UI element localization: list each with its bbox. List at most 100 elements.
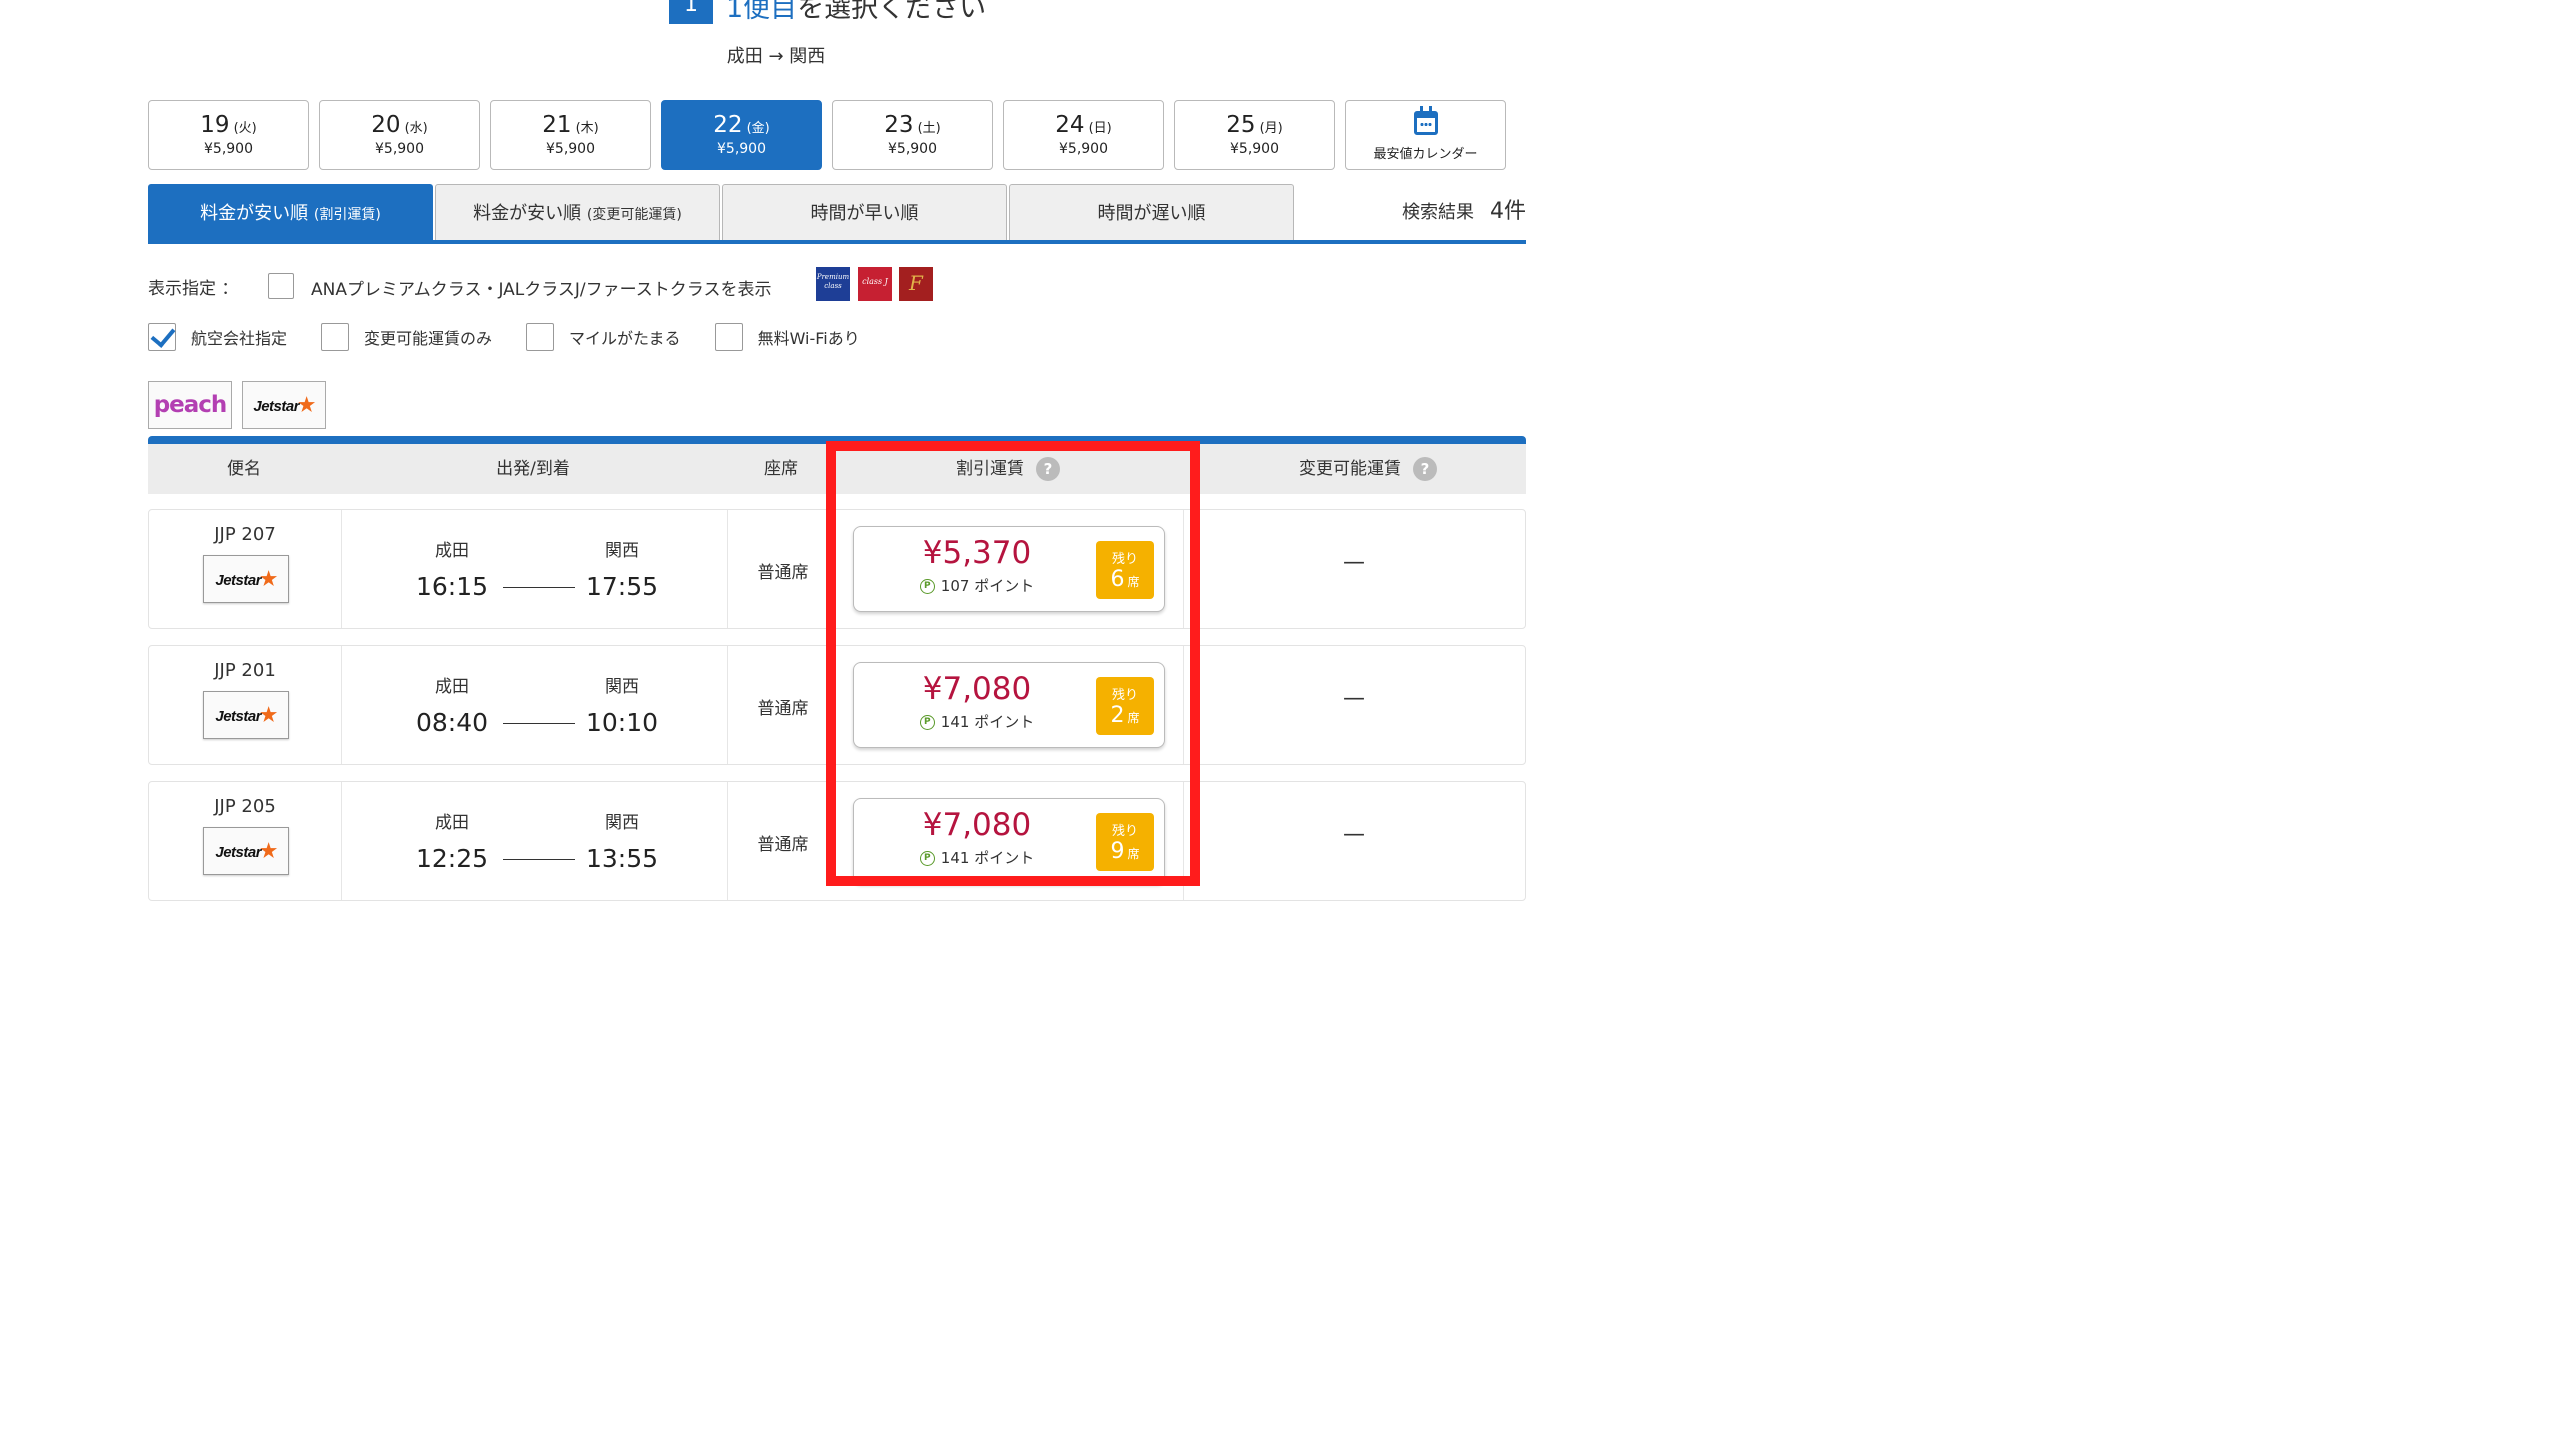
arrival-time: 10:10 (585, 708, 659, 737)
header-seat: 座席 (764, 459, 798, 479)
header-changeable: 変更可能運賃? (1208, 444, 1528, 494)
wifi-checkbox[interactable] (714, 323, 743, 351)
route-line (503, 859, 575, 860)
date-price: ¥5,900 (717, 141, 766, 157)
airline-checkbox[interactable] (148, 323, 176, 351)
date-selector: 19 (火) ¥5,900 20 (水) ¥5,900 21 (木) ¥5,900 22 (金… (148, 100, 1506, 170)
jetstar-logo: Jetstar★ (203, 827, 289, 875)
date-day: 24 (1055, 112, 1085, 138)
results-count: 検索結果 4件 (1300, 184, 1526, 240)
tab-label: 時間が早い順 (810, 203, 919, 224)
page-title: 1便目を選択ください (726, 0, 986, 25)
star-icon: ★ (260, 568, 277, 590)
filter-label: 変更可能運賃のみ (364, 329, 493, 348)
departure-time: 08:40 (415, 708, 489, 737)
highlight-box (826, 441, 1200, 886)
miles-checkbox[interactable] (526, 323, 555, 351)
jetstar-logo: Jetstar★ (203, 555, 289, 603)
tab-sort-time-late[interactable]: 時間が遅い順 (1009, 184, 1294, 242)
date-weekday: (水) (404, 121, 428, 136)
title-rest: を選択ください (797, 0, 987, 24)
calendar-icon (1413, 106, 1438, 135)
peach-airline-button[interactable]: peach (148, 381, 232, 429)
date-tab-23[interactable]: 23 (土) ¥5,900 (832, 100, 993, 170)
tab-label: 料金が安い順 (200, 203, 309, 224)
route-label: 成田 → 関西 (726, 46, 826, 67)
date-price: ¥5,900 (204, 141, 253, 157)
sort-tabs: 料金が安い順 (割引運賃) 料金が安い順 (変更可能運賃) 時間が早い順 時間が… (148, 184, 1296, 242)
header-dep-arr: 出発/到着 (496, 459, 570, 479)
date-day: 19 (200, 112, 230, 138)
tab-sort-price-discount[interactable]: 料金が安い順 (割引運賃) (148, 184, 433, 242)
changeable-fare: — (1343, 550, 1365, 575)
premium-class-label: ANAプレミアムクラス・JALクラスJ/ファーストクラスを表示 (311, 280, 772, 300)
jetstar-airline-button[interactable]: Jetstar★ (242, 381, 326, 429)
title-highlight: 1便目 (726, 0, 798, 24)
date-day: 23 (884, 112, 914, 138)
date-tab-25[interactable]: 25 (月) ¥5,900 (1174, 100, 1335, 170)
header-flight: 便名 (227, 459, 261, 479)
date-weekday: (土) (917, 121, 941, 136)
filter-airline[interactable]: 航空会社指定 (148, 323, 287, 351)
peach-logo: peach (153, 392, 228, 418)
filter-label: 無料Wi-Fiあり (757, 329, 860, 348)
date-price: ¥5,900 (546, 141, 595, 157)
filter-miles[interactable]: マイルがたまる (526, 323, 681, 351)
date-tab-24[interactable]: 24 (日) ¥5,900 (1003, 100, 1164, 170)
date-tab-19[interactable]: 19 (火) ¥5,900 (148, 100, 309, 170)
results-number: 4件 (1490, 199, 1526, 224)
seat-class: 普通席 (757, 699, 809, 719)
date-price: ¥5,900 (1059, 141, 1108, 157)
display-option-label: 表示指定 ： (148, 279, 239, 299)
seat-class: 普通席 (757, 835, 809, 855)
date-weekday: (木) (575, 121, 599, 136)
date-price: ¥5,900 (1230, 141, 1279, 157)
changeable-fare: — (1343, 686, 1365, 711)
date-weekday: (火) (233, 121, 257, 136)
seat-class: 普通席 (757, 563, 809, 583)
date-tab-20[interactable]: 20 (水) ¥5,900 (319, 100, 480, 170)
sort-underline (148, 240, 1526, 244)
filter-row: 航空会社指定 変更可能運賃のみ マイルがたまる 無料Wi-Fiあり (148, 323, 894, 351)
tab-sublabel: (変更可能運賃) (586, 207, 682, 223)
changeable-fare: — (1343, 822, 1365, 847)
arrival-airport: 関西 (605, 677, 639, 697)
date-price: ¥5,900 (375, 141, 424, 157)
arrival-time: 13:55 (585, 844, 659, 873)
date-weekday: (日) (1088, 121, 1112, 136)
date-day: 25 (1226, 112, 1256, 138)
jetstar-logo: Jetstar★ (253, 394, 315, 416)
departure-airport: 成田 (435, 677, 469, 697)
date-day: 20 (371, 112, 401, 138)
departure-airport: 成田 (435, 541, 469, 561)
class-j-badge: class J (858, 267, 892, 301)
departure-time: 16:15 (415, 572, 489, 601)
date-tab-21[interactable]: 21 (木) ¥5,900 (490, 100, 651, 170)
tab-sort-price-changeable[interactable]: 料金が安い順 (変更可能運賃) (435, 184, 720, 242)
flight-number: JJP 207 (214, 524, 276, 545)
tab-sublabel: (割引運賃) (313, 207, 381, 223)
date-tab-22[interactable]: 22 (金) ¥5,900 (661, 100, 822, 170)
premium-class-checkbox[interactable] (268, 273, 294, 299)
star-icon: ★ (260, 704, 277, 726)
tab-label: 料金が安い順 (473, 203, 582, 224)
departure-time: 12:25 (415, 844, 489, 873)
tab-sort-time-early[interactable]: 時間が早い順 (722, 184, 1007, 242)
arrival-airport: 関西 (605, 541, 639, 561)
arrival-airport: 関西 (605, 813, 639, 833)
flight-number: JJP 201 (214, 660, 276, 681)
tab-label: 時間が遅い順 (1097, 203, 1206, 224)
changeable-checkbox[interactable] (321, 323, 350, 351)
help-icon[interactable]: ? (1413, 457, 1437, 481)
flight-number: JJP 205 (214, 796, 276, 817)
star-icon: ★ (298, 394, 315, 416)
date-day: 21 (542, 112, 572, 138)
date-weekday: (月) (1259, 121, 1283, 136)
departure-airport: 成田 (435, 813, 469, 833)
filter-changeable[interactable]: 変更可能運賃のみ (321, 323, 492, 351)
step-number: 1 (669, 0, 713, 24)
filter-wifi[interactable]: 無料Wi-Fiあり (714, 323, 860, 351)
results-label: 検索結果 (1402, 202, 1474, 223)
cheapest-calendar-button[interactable]: 最安値カレンダー (1345, 100, 1506, 170)
filter-label: マイルがたまる (569, 329, 681, 348)
